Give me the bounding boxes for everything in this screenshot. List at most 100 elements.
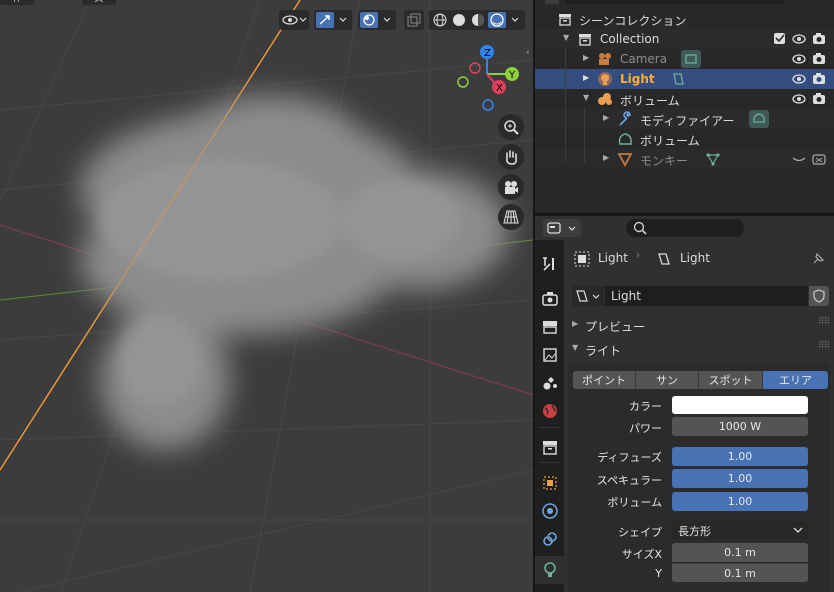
object-icon — [574, 251, 590, 267]
collection-tab-icon[interactable] — [541, 438, 559, 456]
outliner-filter-icon[interactable] — [545, 0, 559, 4]
overlay-dropdown[interactable] — [358, 10, 396, 30]
power-label: パワー — [629, 422, 662, 435]
panel-preview-header[interactable]: ▶ プレビュー ⠿⠿ — [564, 315, 834, 337]
toolbar-menu-text[interactable]: 文 — [82, 0, 116, 5]
datablock-name-field[interactable]: Light — [605, 286, 808, 306]
visibility-dropdown[interactable] — [279, 10, 309, 30]
outliner-row-volume[interactable]: ▼ ボリューム — [535, 89, 834, 109]
editor-type-dropdown[interactable] — [543, 219, 581, 237]
world-tab-icon[interactable] — [541, 402, 559, 420]
volume-object-icon — [598, 93, 612, 105]
size-x-label: サイズX — [621, 548, 662, 561]
view-layer-tab-icon[interactable] — [541, 346, 559, 364]
xray-icon — [407, 13, 421, 27]
zoom-icon — [504, 120, 519, 135]
checkbox-icon[interactable] — [773, 32, 787, 46]
material-shading-icon — [472, 14, 484, 26]
svg-text:Y: Y — [508, 70, 516, 81]
object-tab-icon[interactable] — [541, 474, 559, 492]
specular-slider[interactable]: 1.00 — [672, 469, 808, 488]
diffuse-slider[interactable]: 1.00 — [672, 447, 808, 466]
outliner-row-modifiers[interactable]: ▶ モディファイアー — [535, 109, 834, 129]
outliner-row-monkey[interactable]: ▶ モンキー — [535, 149, 834, 169]
expand-triangle-icon[interactable]: ▶ — [603, 153, 609, 162]
light-type-point[interactable]: ポイント — [573, 371, 636, 389]
eye-icon — [282, 15, 307, 25]
render-camera-icon[interactable] — [812, 72, 826, 86]
render-tab-icon[interactable] — [541, 290, 559, 308]
shape-label: シェイプ — [618, 526, 662, 539]
shape-dropdown[interactable]: 長方形 — [672, 521, 808, 540]
volume-slider[interactable]: 1.00 — [672, 492, 808, 511]
mesh-data-icon[interactable] — [705, 151, 721, 167]
outliner-row-collection[interactable]: ▼ Collection — [535, 29, 834, 49]
render-camera-disabled-icon[interactable] — [812, 152, 826, 166]
size-y-label: Y — [655, 567, 662, 580]
drag-handle-icon[interactable]: ⠿⠿ — [818, 317, 830, 327]
light-data-icon[interactable] — [670, 71, 686, 87]
eye-icon[interactable] — [792, 92, 806, 106]
outliner-search-input[interactable] — [565, 0, 785, 4]
xray-toggle[interactable] — [404, 10, 424, 30]
render-camera-icon[interactable] — [812, 32, 826, 46]
light-data-tab[interactable] — [535, 556, 564, 584]
sidebar-toggle-icon[interactable]: ‹ — [526, 48, 533, 62]
panel-light-header[interactable]: ▼ ライト ⠿⠿ — [564, 339, 834, 361]
outliner-row-volume-data[interactable]: ボリューム — [535, 129, 834, 149]
breadcrumb-object: Light — [598, 251, 628, 265]
pan-button[interactable] — [498, 144, 524, 170]
power-field[interactable]: 1000 W — [672, 417, 808, 436]
expand-triangle-icon[interactable]: ▶ — [583, 53, 589, 62]
output-tab-icon[interactable] — [541, 318, 559, 336]
zoom-button[interactable] — [498, 114, 524, 140]
eye-icon[interactable] — [792, 32, 806, 46]
fake-user-button[interactable] — [809, 286, 829, 306]
viewport-scene — [0, 0, 533, 592]
size-y-field[interactable]: 0.1 m — [672, 563, 808, 582]
toolbar-menu-object[interactable]: 件 — [0, 0, 34, 5]
outliner[interactable]: シーンコレクション ▼ Collection ▶ Camera ▶ Light … — [535, 0, 834, 213]
shading-modes[interactable] — [429, 10, 525, 30]
expand-triangle-icon[interactable]: ▶ — [603, 113, 609, 122]
scene-collection-icon — [559, 14, 571, 26]
outliner-row-scene-collection[interactable]: シーンコレクション — [535, 9, 834, 29]
collapsed-triangle-icon: ▶ — [572, 319, 579, 328]
volume-label: ボリューム — [607, 496, 662, 509]
tool-tab-icon[interactable] — [541, 255, 559, 273]
eye-icon[interactable] — [792, 52, 806, 66]
expand-triangle-icon[interactable]: ▶ — [583, 73, 589, 82]
color-swatch[interactable] — [672, 396, 808, 414]
datablock-browse-button[interactable] — [572, 286, 604, 306]
light-data-icon — [576, 290, 588, 302]
light-type-sun[interactable]: サン — [636, 371, 699, 389]
constraints-tab-icon[interactable] — [541, 530, 559, 548]
light-type-spot[interactable]: スポット — [699, 371, 763, 389]
scene-tab-icon[interactable] — [541, 374, 559, 392]
drag-handle-icon[interactable]: ⠿⠿ — [818, 341, 830, 351]
chevron-down-icon — [568, 226, 576, 231]
camera-view-button[interactable] — [498, 174, 524, 200]
camera-data-icon[interactable] — [681, 50, 701, 68]
collection-icon — [579, 34, 591, 46]
size-x-field[interactable]: 0.1 m — [672, 543, 808, 562]
perspective-toggle-button[interactable] — [498, 204, 524, 230]
pin-icon[interactable] — [811, 252, 825, 266]
expand-triangle-icon[interactable]: ▼ — [563, 33, 569, 42]
navigation-gizmo[interactable]: Z Y X — [455, 42, 525, 114]
properties-search-input[interactable] — [626, 219, 744, 237]
3d-viewport[interactable]: 件 文 Z Y X ‹ — [0, 0, 533, 592]
light-type-area[interactable]: エリア — [763, 371, 828, 389]
eye-closed-icon[interactable] — [792, 152, 806, 166]
render-camera-icon[interactable] — [812, 52, 826, 66]
tree-guide — [565, 48, 566, 163]
physics-tab-icon[interactable] — [541, 502, 559, 520]
camera-object-icon — [599, 53, 611, 65]
outliner-row-camera[interactable]: ▶ Camera — [535, 49, 834, 69]
gizmo-dropdown[interactable] — [314, 10, 352, 30]
outliner-row-light[interactable]: ▶ Light — [535, 69, 834, 89]
eye-icon[interactable] — [792, 72, 806, 86]
modifier-data-icon[interactable] — [749, 110, 769, 128]
expand-triangle-icon[interactable]: ▼ — [583, 93, 589, 102]
render-camera-icon[interactable] — [812, 92, 826, 106]
